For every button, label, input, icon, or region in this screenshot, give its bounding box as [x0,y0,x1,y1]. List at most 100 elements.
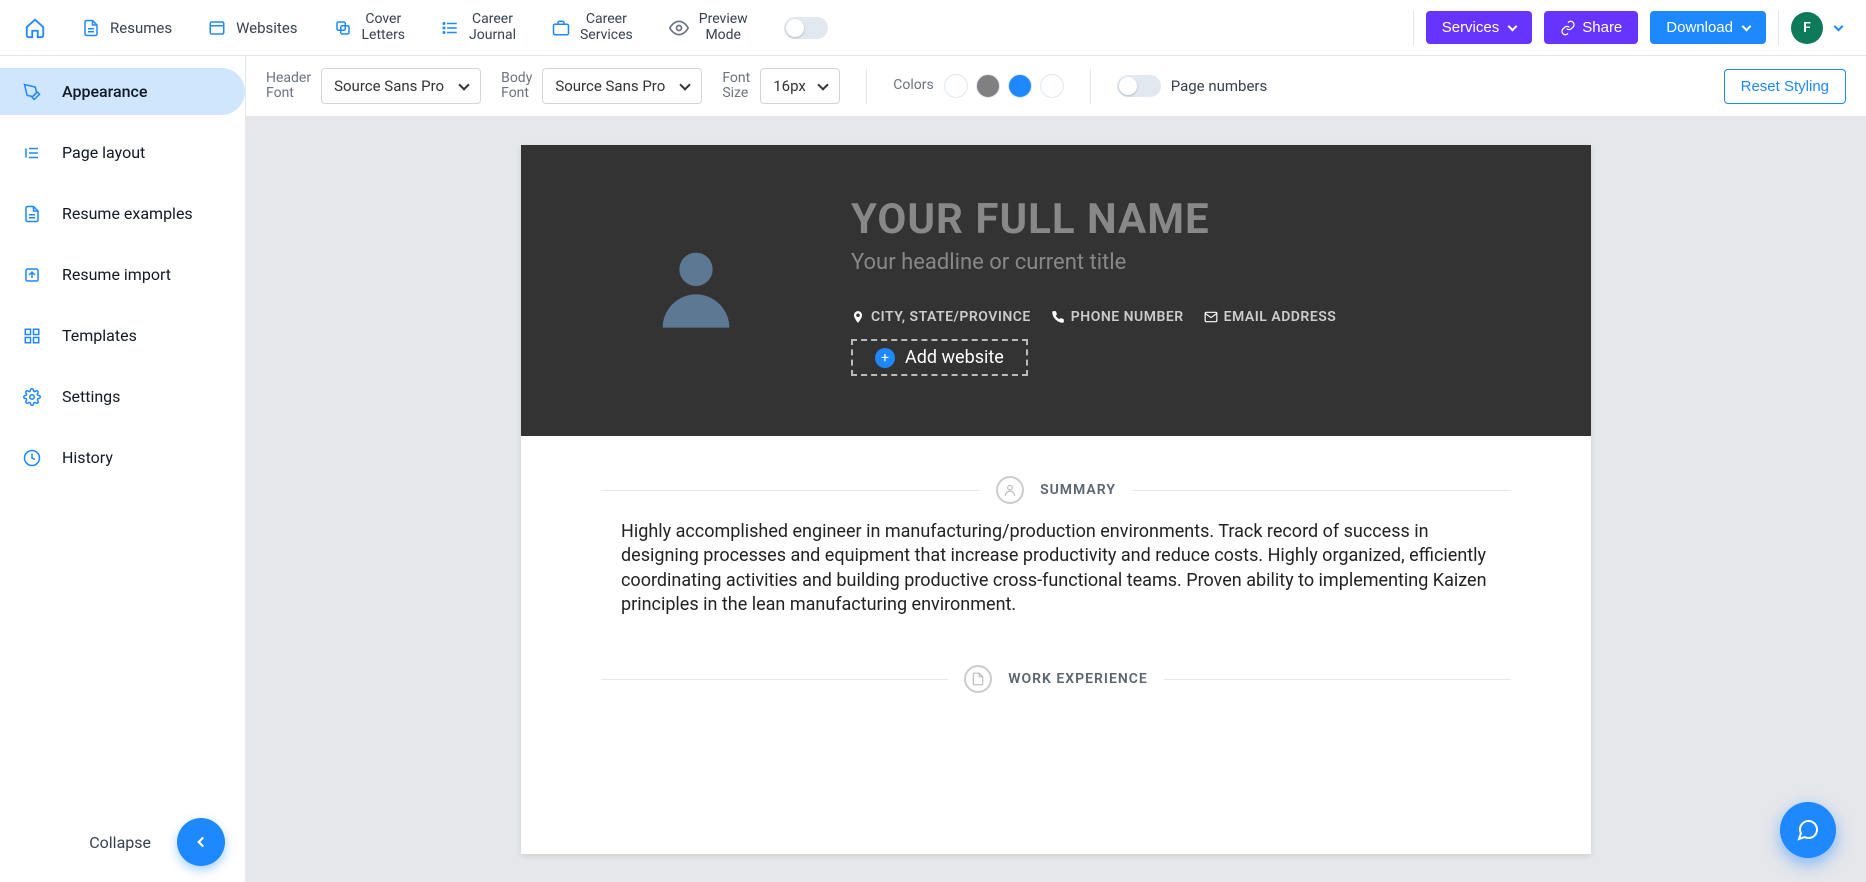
resume-page[interactable]: YOUR FULL NAME Your headline or current … [521,145,1591,854]
sidebar-item-history[interactable]: History [0,434,245,481]
plus-icon: + [875,348,895,368]
sidebar-item-label: Resume examples [62,204,193,223]
services-button[interactable]: Services [1426,11,1533,44]
sidebar-item-appearance[interactable]: Appearance [0,68,245,115]
reset-styling-button[interactable]: Reset Styling [1724,69,1846,104]
color-swatch[interactable] [1008,74,1032,98]
email-icon [1204,310,1218,324]
header-font-select[interactable]: Source Sans Pro [321,68,481,104]
brush-icon [22,83,42,101]
clock-icon [22,449,42,467]
chevron-left-icon [192,833,210,851]
person-outline-icon [996,476,1024,504]
button-label: Download [1666,19,1733,36]
font-size-label: Font Size [722,71,750,102]
chevron-down-icon [818,79,829,90]
link-icon [1560,20,1576,36]
contact-phone[interactable]: PHONE NUMBER [1051,309,1184,325]
preview-mode-toggle[interactable] [784,17,828,39]
contact-location[interactable]: CITY, STATE/PROVINCE [851,309,1031,325]
contact-email[interactable]: EMAIL ADDRESS [1204,309,1337,325]
sidebar-item-label: Settings [62,387,120,406]
document-icon [82,19,100,37]
person-icon [646,236,746,336]
chevron-down-icon [1742,21,1752,31]
gear-icon [22,388,42,406]
summary-text[interactable]: Highly accomplished engineer in manufact… [521,520,1591,657]
nav-label: Career Journal [469,12,516,43]
button-label: Share [1582,19,1622,36]
select-value: Source Sans Pro [555,77,665,95]
page-numbers-toggle[interactable] [1117,75,1161,97]
download-button[interactable]: Download [1650,11,1766,44]
document-outline-icon [964,665,992,693]
sidebar-item-label: Page layout [62,143,145,162]
avatar: F [1791,12,1823,44]
color-swatch[interactable] [976,74,1000,98]
chevron-down-icon [1834,21,1844,31]
chevron-down-icon [680,79,691,90]
nav-label: Cover Letters [362,12,406,43]
sidebar-item-resume-examples[interactable]: Resume examples [0,190,245,237]
select-value: 16px [773,77,806,95]
add-website-button[interactable]: + Add website [851,339,1028,376]
location-icon [851,310,865,324]
select-value: Source Sans Pro [334,77,444,95]
color-swatch[interactable] [1040,74,1064,98]
sidebar-item-page-layout[interactable]: Page layout [0,129,245,176]
color-palette [944,74,1064,98]
chevron-down-icon [458,79,469,90]
page-numbers-label: Page numbers [1171,78,1268,95]
file-icon [22,205,42,223]
section-title: WORK EXPERIENCE [1008,671,1148,687]
add-website-label: Add website [905,347,1004,368]
eye-icon [669,18,689,38]
browser-icon [208,19,226,37]
home-icon[interactable] [24,17,46,39]
briefcase-icon [552,19,570,37]
nav-label: Preview Mode [699,12,748,43]
nav-preview-mode[interactable]: Preview Mode [669,12,748,43]
section-title: SUMMARY [1040,482,1116,498]
sidebar-item-templates[interactable]: Templates [0,312,245,359]
nav-label: Career Services [580,12,633,43]
sidebar-item-label: History [62,448,113,467]
body-font-select[interactable]: Source Sans Pro [542,68,702,104]
collapse-sidebar-button[interactable] [177,818,225,866]
layout-icon [22,144,42,162]
copy-icon [334,19,352,37]
list-icon [441,19,459,37]
section-header-summary: SUMMARY [521,436,1591,520]
sidebar-item-label: Resume import [62,265,171,284]
section-header-work: WORK EXPERIENCE [521,657,1591,709]
share-button[interactable]: Share [1544,11,1638,44]
font-size-select[interactable]: 16px [760,68,840,104]
chat-icon [1796,818,1820,842]
grid-icon [22,327,42,345]
photo-placeholder[interactable] [641,236,751,336]
nav-resumes[interactable]: Resumes [82,19,172,37]
sidebar-item-settings[interactable]: Settings [0,373,245,420]
nav-websites[interactable]: Websites [208,19,297,37]
user-menu[interactable]: F [1791,12,1842,44]
chat-fab[interactable] [1780,802,1836,858]
top-navbar: Resumes Websites Cover Letters Career Jo… [0,0,1866,56]
editor-canvas: YOUR FULL NAME Your headline or current … [246,117,1866,882]
sidebar-item-label: Templates [62,326,137,345]
chevron-down-icon [1508,21,1518,31]
colors-label: Colors [893,78,933,93]
resume-headline[interactable]: Your headline or current title [851,250,1336,275]
resume-header-block[interactable]: YOUR FULL NAME Your headline or current … [521,145,1591,436]
resume-name[interactable]: YOUR FULL NAME [851,195,1336,244]
collapse-label: Collapse [20,833,161,852]
color-swatch[interactable] [944,74,968,98]
upload-icon [22,266,42,284]
sidebar: Appearance Page layout Resume examples [0,56,246,882]
nav-career-services[interactable]: Career Services [552,12,633,43]
header-font-label: Header Font [266,71,311,102]
nav-cover-letters[interactable]: Cover Letters [334,12,406,43]
sidebar-item-resume-import[interactable]: Resume import [0,251,245,298]
nav-career-journal[interactable]: Career Journal [441,12,516,43]
nav-label: Websites [236,19,297,37]
button-label: Services [1442,19,1500,36]
